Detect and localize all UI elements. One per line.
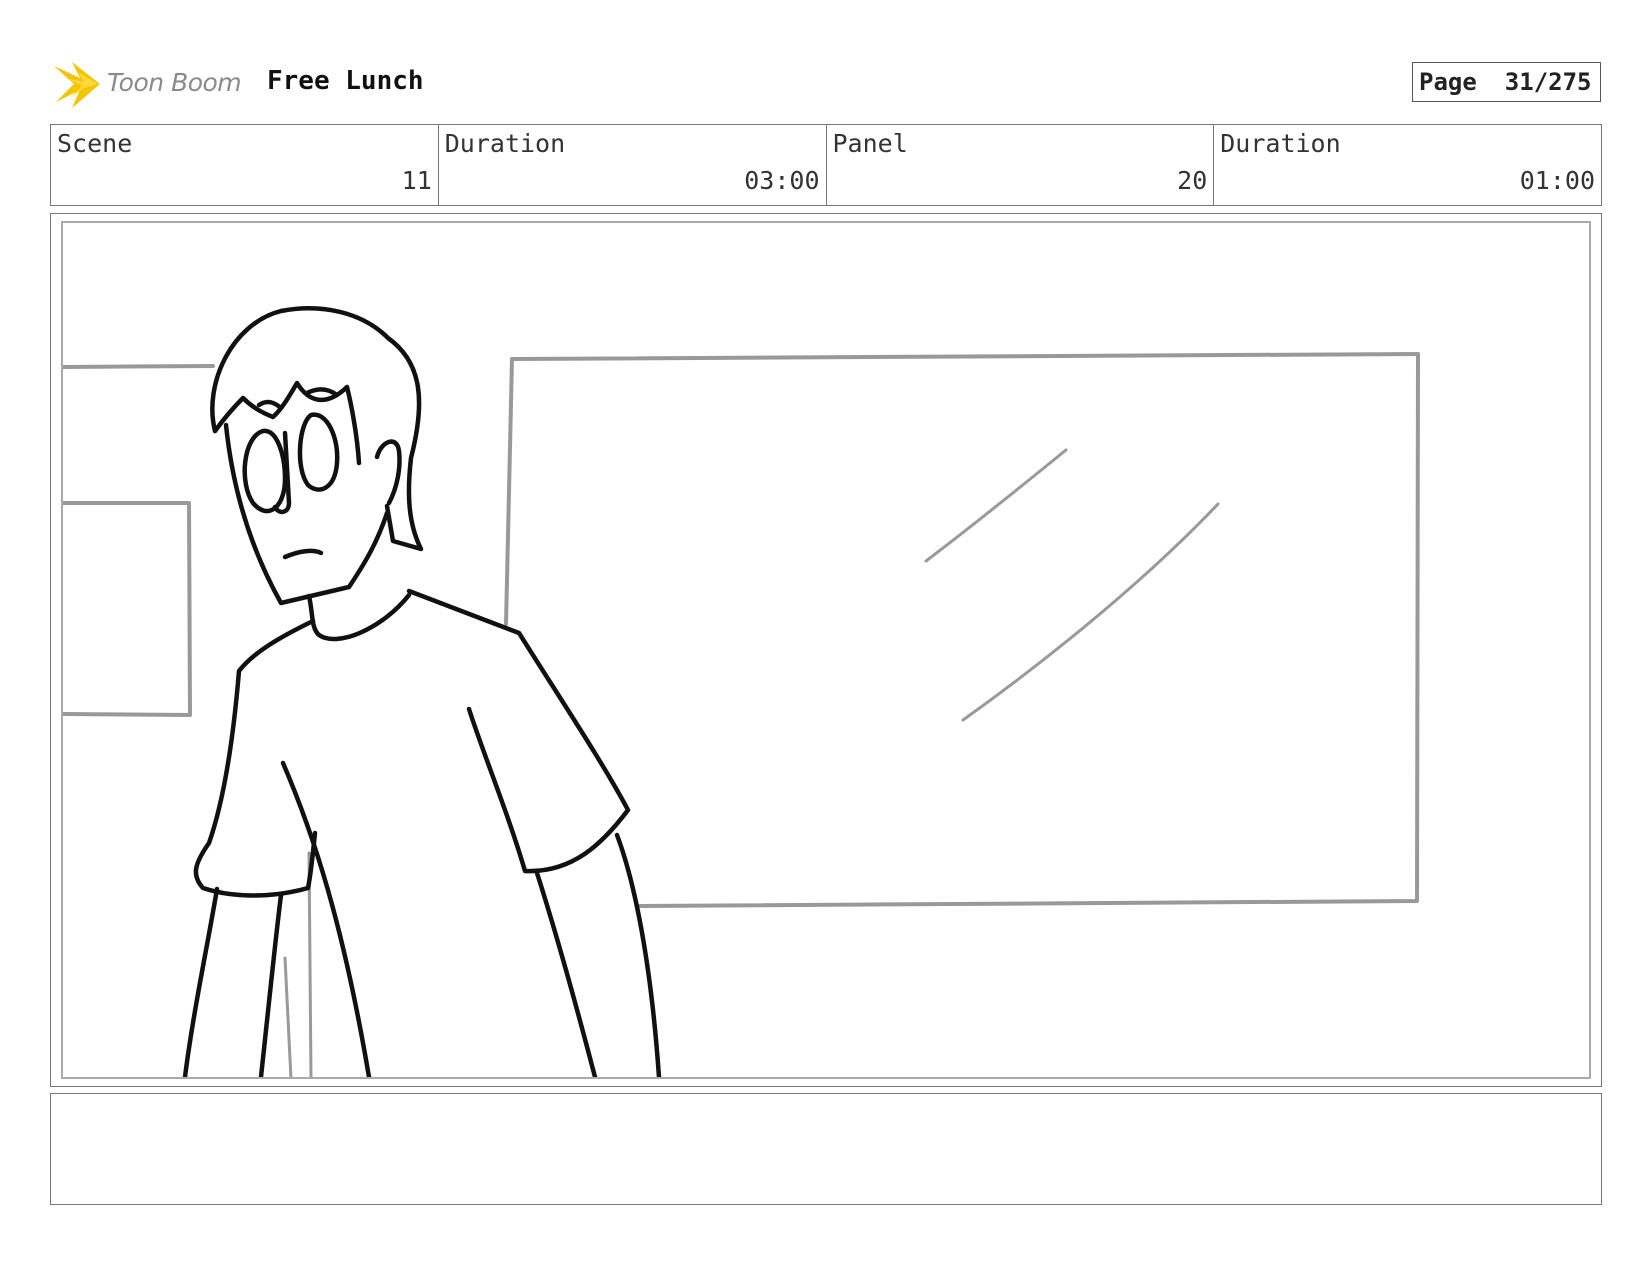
face-outline xyxy=(223,422,390,606)
shirt-right xyxy=(406,588,631,874)
scene-cell: Scene 11 xyxy=(51,125,439,205)
glare-line xyxy=(924,448,1068,563)
page-label: Page xyxy=(1419,68,1477,96)
right-eye xyxy=(297,412,340,492)
right-arm xyxy=(614,832,662,1077)
toon-boom-logo: Toon Boom xyxy=(52,56,252,112)
storyboard-panel-image xyxy=(61,221,1591,1079)
mouth xyxy=(282,548,324,560)
glare-line xyxy=(961,502,1220,722)
panel-cell: Panel 20 xyxy=(827,125,1215,205)
right-eyebrow xyxy=(304,387,340,398)
page-number: 31/275 xyxy=(1504,68,1592,96)
window xyxy=(510,352,1420,908)
shirt-left xyxy=(193,618,318,898)
ear xyxy=(374,439,402,506)
wall-frame xyxy=(63,501,192,717)
window-left-edge xyxy=(504,357,514,626)
page-indicator: Page 31/275 xyxy=(1412,62,1601,102)
left-arm-inner xyxy=(258,892,284,1077)
panel-duration-label: Duration xyxy=(1220,129,1341,158)
panel-duration-value: 01:00 xyxy=(1519,166,1595,195)
character-sketch xyxy=(182,306,662,1077)
sketch-drawing xyxy=(63,306,1420,1077)
scene-label: Scene xyxy=(57,129,133,158)
action-notes-box[interactable] xyxy=(50,1093,1602,1205)
scene-duration-value: 03:00 xyxy=(744,166,820,195)
scene-duration-label: Duration xyxy=(444,129,566,158)
panel-value: 20 xyxy=(1177,166,1208,195)
panel-info-table: Scene 11 Duration 03:00 Panel 20 Duratio… xyxy=(50,124,1602,206)
neck xyxy=(306,592,412,642)
left-eyebrow xyxy=(256,399,284,411)
shirt-fold xyxy=(280,760,372,1077)
background-post xyxy=(283,956,293,1077)
panel-label: Panel xyxy=(832,129,908,158)
scene-value: 11 xyxy=(401,166,432,195)
scene-duration-cell: Duration 03:00 xyxy=(439,125,827,205)
right-arm-inner xyxy=(534,870,598,1077)
wall-line xyxy=(63,364,215,369)
left-eye xyxy=(242,428,288,514)
storyboard-panel-frame xyxy=(50,213,1602,1087)
left-arm xyxy=(182,886,220,1077)
toon-boom-star-icon xyxy=(54,62,100,108)
background-sketch xyxy=(63,352,1420,1077)
project-title: Free Lunch xyxy=(267,66,424,96)
logo-text: Toon Boom xyxy=(107,68,242,97)
panel-duration-cell: Duration 01:00 xyxy=(1214,125,1601,205)
